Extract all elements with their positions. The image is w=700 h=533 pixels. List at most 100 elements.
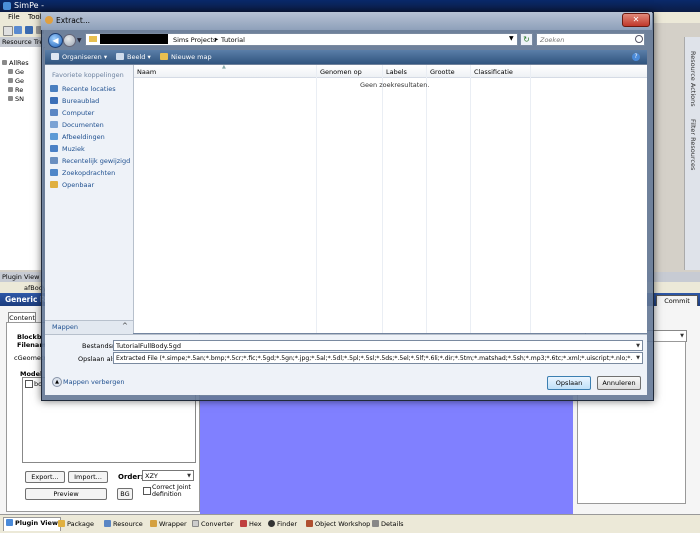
favorite-item[interactable]: Recente locaties — [50, 85, 116, 95]
help-button[interactable]: ? — [632, 53, 640, 61]
tab-resource[interactable]: Resource — [104, 519, 143, 530]
import-button[interactable]: Import... — [68, 471, 108, 483]
tab-wrapper[interactable]: Wrapper — [150, 519, 187, 530]
favorite-icon — [50, 181, 58, 188]
resource-tree[interactable]: AllRes Ge Ge Re SN — [0, 47, 44, 270]
open-icon[interactable] — [14, 26, 22, 34]
new-icon[interactable] — [3, 26, 13, 36]
favorite-item[interactable]: Zoekopdrachten — [50, 169, 115, 179]
model-checkbox[interactable] — [25, 380, 33, 388]
favorite-item[interactable]: Bureaublad — [50, 97, 99, 107]
bg-button[interactable]: BG — [117, 488, 133, 500]
bottom-tabbar: Plugin View Package Resource Wrapper Con… — [0, 514, 700, 533]
column-divider[interactable] — [426, 65, 427, 333]
favorite-icon — [50, 109, 58, 116]
model-preview[interactable] — [200, 396, 573, 514]
column-name[interactable]: Naam — [137, 68, 156, 76]
new-folder-button[interactable]: Nieuwe map — [160, 53, 212, 61]
empty-results-message: Geen zoekresultaten. — [360, 81, 430, 89]
save-button[interactable]: Opslaan — [547, 376, 591, 390]
tab-package[interactable]: Package — [58, 519, 94, 530]
view-button[interactable]: Beeld ▾ — [116, 53, 151, 61]
forward-button[interactable] — [63, 34, 76, 47]
favorite-item[interactable]: Openbaar — [50, 181, 94, 191]
tree-item[interactable]: Re — [8, 86, 23, 95]
chevron-down-icon[interactable]: ▼ — [636, 355, 640, 361]
favorite-item[interactable]: Muziek — [50, 145, 85, 155]
expander-icon[interactable] — [2, 60, 7, 65]
resource-icon — [8, 78, 13, 83]
breadcrumb-sims-projects[interactable]: Sims Projects — [173, 36, 216, 44]
organize-icon — [51, 53, 59, 60]
column-divider[interactable] — [530, 65, 531, 333]
order-select[interactable]: XZY ▼ — [142, 470, 194, 481]
breadcrumb-separator-icon[interactable]: ▸ — [215, 35, 218, 43]
chevron-down-icon: ▼ — [187, 473, 191, 479]
favorite-item[interactable]: Recentelijk gewijzigd — [50, 157, 130, 167]
breadcrumb-tutorial[interactable]: Tutorial — [221, 36, 245, 44]
address-dropdown[interactable]: ▼ — [509, 35, 514, 42]
dialog-titlebar[interactable] — [41, 12, 652, 30]
preview-button[interactable]: Preview — [25, 488, 107, 500]
chevron-up-icon[interactable]: ^ — [122, 322, 128, 330]
tree-item[interactable]: Ge — [8, 68, 24, 77]
search-placeholder: Zoeken — [540, 36, 565, 44]
filename-value: TutorialFullBody.5gd — [116, 342, 181, 350]
favorite-item[interactable]: Afbeeldingen — [50, 133, 105, 143]
column-labels[interactable]: Labels — [386, 68, 407, 76]
menu-file[interactable]: File — [8, 13, 20, 21]
menu-tools[interactable]: Tools — [28, 13, 42, 21]
cancel-button[interactable]: Annuleren — [597, 376, 641, 390]
tab-hex[interactable]: Hex — [240, 519, 262, 530]
resource-icon — [8, 87, 13, 92]
favorite-icon — [50, 97, 58, 104]
column-date-taken[interactable]: Genomen op — [320, 68, 362, 76]
tree-item[interactable]: AllRes — [2, 59, 29, 68]
refresh-icon: ↻ — [523, 35, 530, 44]
favorite-item[interactable]: Documenten — [50, 121, 104, 131]
column-divider[interactable] — [382, 65, 383, 333]
favorite-label: Recentelijk gewijzigd — [62, 157, 131, 165]
filetype-label: Opslaan als: — [78, 355, 118, 363]
tab-details[interactable]: Details — [372, 519, 404, 530]
favorite-icon — [50, 169, 58, 176]
back-button[interactable]: ◀ — [48, 33, 63, 48]
chevron-down-icon[interactable]: ▼ — [636, 343, 640, 349]
export-button[interactable]: Export... — [25, 471, 65, 483]
tab-plugin-view[interactable]: Plugin View — [3, 517, 61, 531]
file-list[interactable] — [134, 65, 647, 333]
folders-label: Mappen — [52, 323, 78, 331]
resource-actions-tab[interactable]: Resource Actions — [689, 51, 697, 107]
view-icon — [116, 53, 124, 60]
tree-item[interactable]: SN — [8, 95, 24, 104]
close-button[interactable]: ✕ — [622, 13, 650, 27]
search-icon[interactable] — [635, 35, 643, 43]
column-rating[interactable]: Classificatie — [474, 68, 513, 76]
correct-joint-label: Correct Joint — [152, 484, 191, 491]
correct-joint-checkbox[interactable] — [143, 487, 151, 495]
column-divider[interactable] — [470, 65, 471, 333]
filter-resources-tab[interactable]: Filter Resources — [689, 119, 697, 170]
tab-finder[interactable]: Finder — [268, 519, 297, 530]
hide-folders-icon[interactable]: ▲ — [52, 377, 62, 387]
organize-button[interactable]: Organiseren ▾ — [51, 53, 107, 61]
correct-joint-label-line2: definition — [152, 491, 182, 498]
save-icon[interactable] — [25, 26, 33, 34]
favorites-header: Favoriete koppelingen — [52, 71, 124, 79]
package-icon — [58, 520, 65, 527]
wrapper-icon — [150, 520, 157, 527]
tree-item[interactable]: Ge — [8, 77, 24, 86]
column-size[interactable]: Grootte — [430, 68, 455, 76]
recent-pages-dropdown[interactable]: ▼ — [77, 37, 82, 44]
tab-object-workshop[interactable]: Object Workshop — [306, 519, 370, 530]
tab-converter[interactable]: Converter — [192, 519, 233, 530]
favorite-item[interactable]: Computer — [50, 109, 94, 119]
filename-input[interactable]: ▼ — [113, 340, 643, 351]
refresh-button[interactable]: ↻ — [520, 33, 533, 46]
new-folder-icon — [160, 53, 168, 60]
plugin-view-title: Plugin View — [2, 273, 40, 281]
app-toolbar — [0, 23, 45, 37]
resource-icon — [8, 69, 13, 74]
column-divider[interactable] — [316, 65, 317, 333]
hide-folders-button[interactable]: Mappen verbergen — [63, 378, 124, 386]
